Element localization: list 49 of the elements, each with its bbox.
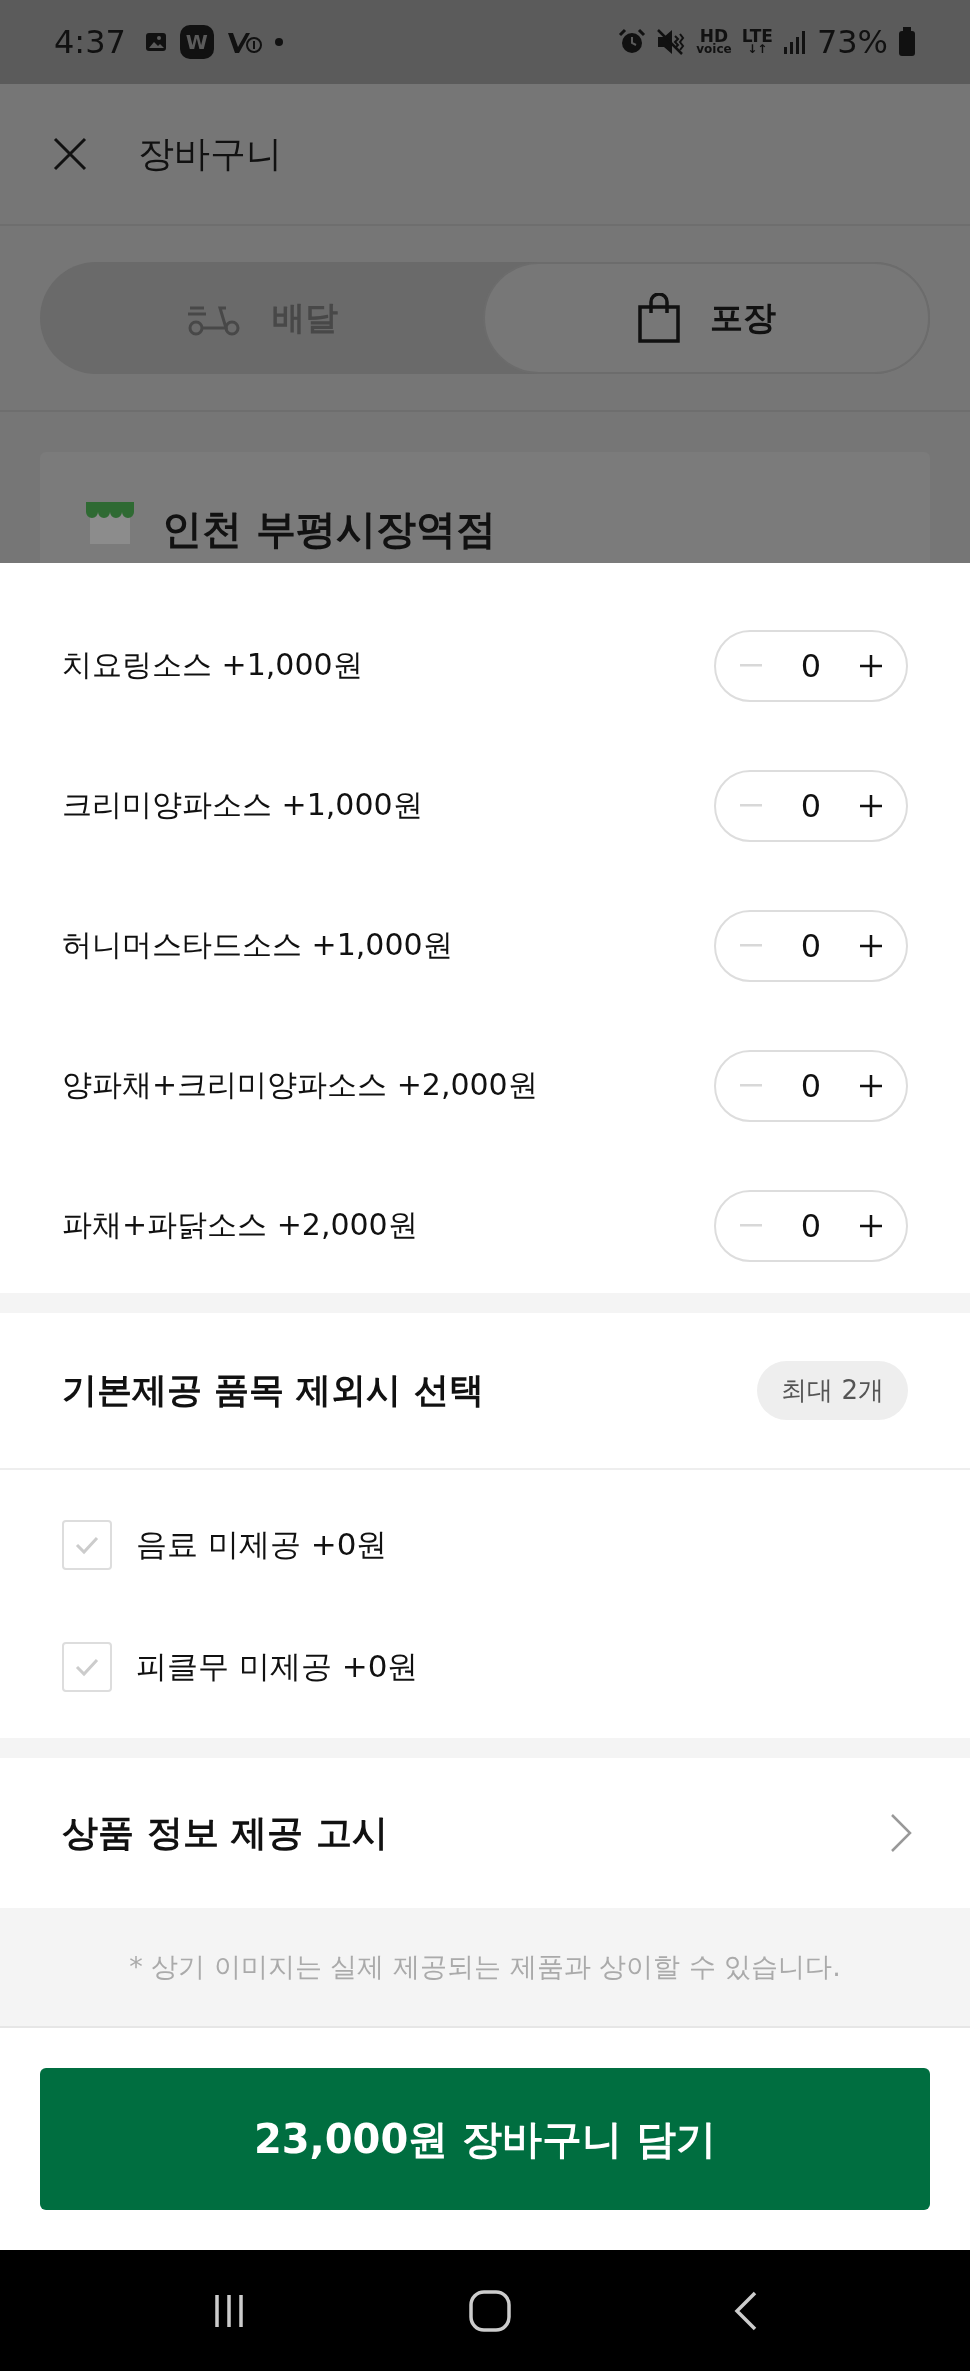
- quantity-value: 0: [800, 646, 822, 685]
- section-title: 기본제공 품목 제외시 선택: [62, 1369, 484, 1412]
- page-title: 장바구니: [138, 131, 282, 176]
- signal-icon: [782, 29, 807, 55]
- option-label: 크리미양파소스 +1,000원: [62, 786, 423, 824]
- shopping-bag-icon: [637, 293, 680, 343]
- hd-voice-indicator: HD voice: [696, 28, 732, 56]
- limit-badge: 최대 2개: [757, 1361, 908, 1420]
- option-label: 허니머스타드소스 +1,000원: [62, 926, 453, 964]
- quantity-value: 0: [800, 786, 822, 825]
- plus-icon: [860, 934, 882, 957]
- plus-icon: [860, 1214, 882, 1237]
- minus-icon: [740, 663, 762, 668]
- minus-icon: [740, 943, 762, 948]
- plus-icon: [860, 654, 882, 677]
- minus-icon: [740, 803, 762, 808]
- checkbox[interactable]: [62, 1642, 112, 1692]
- plus-icon: [860, 794, 882, 817]
- battery-percent: 73%: [816, 23, 888, 61]
- checkbox-label: 피클무 미제공 +0원: [136, 1647, 419, 1686]
- store-name: 인천 부평시장역점: [162, 505, 496, 554]
- quantity-value: 0: [800, 926, 822, 965]
- check-icon: [74, 1657, 100, 1677]
- option-label: 치요링소스 +1,000원: [62, 646, 363, 684]
- lte-indicator: LTE ↓↑: [741, 28, 773, 56]
- home-icon[interactable]: [468, 2288, 512, 2333]
- checkbox-label: 음료 미제공 +0원: [136, 1525, 388, 1564]
- image-icon: [143, 30, 168, 54]
- minus-icon: [740, 1223, 762, 1228]
- option-label: 파채+파닭소스 +2,000원: [62, 1206, 418, 1244]
- plus-icon: [860, 1074, 882, 1097]
- option-label: 양파채+크리미양파소스 +2,000원: [62, 1066, 538, 1104]
- minus-icon: [740, 1083, 762, 1088]
- store-icon: [86, 502, 134, 544]
- quantity-value: 0: [800, 1206, 822, 1245]
- chevron-right-icon: [890, 1813, 912, 1853]
- disclaimer-text: * 상기 이미지는 실제 제공되는 제품과 상이할 수 있습니다.: [129, 1950, 841, 1984]
- app-badge: W: [179, 25, 214, 59]
- alarm-icon: [618, 28, 647, 56]
- battery-icon: [898, 27, 916, 57]
- checkbox[interactable]: [62, 1520, 112, 1570]
- close-icon[interactable]: [52, 136, 88, 172]
- order-type-tab[interactable]: 포장: [483, 262, 930, 374]
- mute-icon: [656, 28, 687, 56]
- add-to-cart-button[interactable]: 23,000원 장바구니 담기: [40, 2068, 930, 2210]
- quantity-value: 0: [800, 1066, 822, 1105]
- check-icon: [74, 1535, 100, 1555]
- dot-icon: [273, 37, 284, 47]
- status-time: 4:37: [54, 23, 126, 61]
